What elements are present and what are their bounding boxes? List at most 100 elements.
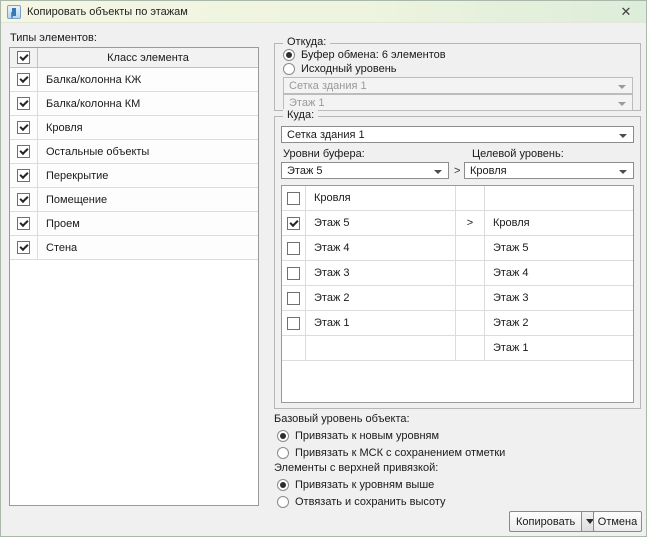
radio-icon[interactable]	[283, 49, 295, 61]
chevron-down-icon	[619, 134, 627, 138]
radio-icon[interactable]	[277, 447, 289, 459]
buffer-level-cell: Этаж 1	[306, 311, 456, 335]
row-label: Остальные объекты	[38, 140, 258, 163]
arrow-cell	[456, 336, 485, 360]
row-label: Балка/колонна КЖ	[38, 68, 258, 91]
row-checkbox[interactable]	[287, 192, 300, 205]
row-checkbox[interactable]	[287, 217, 300, 230]
radio-bind-msk[interactable]: Привязать к МСК с сохранением отметки	[277, 446, 505, 460]
table-row[interactable]: Балка/колонна КМ	[10, 92, 258, 116]
chevron-down-icon	[619, 170, 627, 174]
table-row[interactable]: Остальные объекты	[10, 140, 258, 164]
to-grid-combo[interactable]: Сетка здания 1	[281, 126, 634, 143]
radio-label: Исходный уровень	[301, 63, 397, 75]
radio-icon[interactable]	[283, 63, 295, 75]
row-checkbox[interactable]	[287, 242, 300, 255]
chevron-down-icon	[618, 102, 626, 106]
combo-value: Этаж 5	[287, 165, 322, 177]
radio-source-level[interactable]: Исходный уровень	[283, 62, 397, 76]
row-checkbox[interactable]	[17, 193, 30, 206]
radio-unbind-keep-height[interactable]: Отвязать и сохранить высоту	[277, 495, 446, 509]
base-level-label: Базовый уровень объекта:	[274, 413, 410, 425]
row-checkbox[interactable]	[17, 169, 30, 182]
close-icon[interactable]: ✕	[612, 2, 640, 22]
row-label: Перекрытие	[38, 164, 258, 187]
row-checkbox[interactable]	[17, 73, 30, 86]
buffer-level-cell	[306, 336, 456, 360]
table-row[interactable]: Перекрытие	[10, 164, 258, 188]
radio-bind-new-levels[interactable]: Привязать к новым уровням	[277, 429, 439, 443]
app-icon	[7, 5, 21, 19]
copy-objects-dialog: Копировать объекты по этажам ✕ Типы элем…	[0, 0, 647, 537]
element-types-table: Класс элемента Балка/колонна КЖ Балка/ко…	[9, 47, 259, 506]
row-label: Кровля	[38, 116, 258, 139]
row-checkbox[interactable]	[17, 121, 30, 134]
radio-label: Привязать к МСК с сохранением отметки	[295, 447, 505, 459]
from-grid-combo: Сетка здания 1	[283, 77, 633, 94]
to-group: Куда: Сетка здания 1 Уровни буфера: Целе…	[274, 116, 641, 409]
target-level-cell: Этаж 3	[485, 286, 633, 310]
radio-bind-levels-above[interactable]: Привязать к уровням выше	[277, 478, 434, 492]
mapping-row[interactable]: Этаж 4 Этаж 5	[282, 236, 633, 261]
copy-button[interactable]: Копировать	[509, 511, 581, 532]
target-level-cell	[485, 186, 633, 210]
arrow-cell	[456, 236, 485, 260]
row-checkbox[interactable]	[17, 217, 30, 230]
target-level-combo[interactable]: Кровля	[464, 162, 634, 179]
combo-value: Сетка здания 1	[287, 129, 365, 141]
table-row[interactable]: Кровля	[10, 116, 258, 140]
from-level-combo: Этаж 1	[283, 94, 633, 111]
table-row[interactable]: Помещение	[10, 188, 258, 212]
mapping-row[interactable]: Этаж 1 Этаж 2	[282, 311, 633, 336]
row-checkbox[interactable]	[17, 241, 30, 254]
radio-icon[interactable]	[277, 479, 289, 491]
mapping-row[interactable]: Этаж 1	[282, 336, 633, 361]
target-level-label: Целевой уровень:	[472, 148, 564, 160]
mapping-row[interactable]: Этаж 5 > Кровля	[282, 211, 633, 236]
to-group-label: Куда:	[283, 109, 318, 121]
target-level-cell: Этаж 2	[485, 311, 633, 335]
top-binding-label: Элементы с верхней привязкой:	[274, 462, 438, 474]
row-label: Стена	[38, 236, 258, 259]
radio-icon[interactable]	[277, 430, 289, 442]
chevron-down-icon	[618, 85, 626, 89]
row-label: Помещение	[38, 188, 258, 211]
mapping-row[interactable]: Этаж 3 Этаж 4	[282, 261, 633, 286]
buffer-level-cell: Этаж 2	[306, 286, 456, 310]
buffer-level-cell: Кровля	[306, 186, 456, 210]
radio-label: Привязать к новым уровням	[295, 430, 439, 442]
row-checkbox[interactable]	[287, 292, 300, 305]
buffer-level-cell: Этаж 4	[306, 236, 456, 260]
row-checkbox[interactable]	[17, 97, 30, 110]
cancel-button[interactable]: Отмена	[593, 511, 642, 532]
mapping-row[interactable]: Этаж 2 Этаж 3	[282, 286, 633, 311]
row-checkbox[interactable]	[17, 145, 30, 158]
title-bar: Копировать объекты по этажам ✕	[1, 1, 646, 23]
from-group-label: Откуда:	[283, 36, 330, 48]
buffer-level-combo[interactable]: Этаж 5	[281, 162, 449, 179]
arrow-cell	[456, 186, 485, 210]
row-label: Балка/колонна КМ	[38, 92, 258, 115]
mapping-row[interactable]: Кровля	[282, 186, 633, 211]
row-label: Проем	[38, 212, 258, 235]
target-level-cell: Этаж 4	[485, 261, 633, 285]
level-mapping-table: Кровля Этаж 5 > Кровля Этаж 4 Этаж 5 Эта…	[281, 185, 634, 403]
row-checkbox[interactable]	[287, 317, 300, 330]
radio-clipboard[interactable]: Буфер обмена: 6 элементов	[283, 48, 446, 62]
table-row[interactable]: Балка/колонна КЖ	[10, 68, 258, 92]
table-row[interactable]: Стена	[10, 236, 258, 260]
radio-label: Привязать к уровням выше	[295, 479, 434, 491]
arrow-cell	[456, 311, 485, 335]
radio-icon[interactable]	[277, 496, 289, 508]
element-class-column-header: Класс элемента	[38, 48, 258, 67]
buffer-level-cell: Этаж 3	[306, 261, 456, 285]
table-row[interactable]: Проем	[10, 212, 258, 236]
map-arrow: >	[454, 165, 460, 177]
copy-split-button: Копировать	[509, 511, 599, 532]
row-checkbox[interactable]	[287, 267, 300, 280]
select-all-checkbox[interactable]	[17, 51, 30, 64]
buffer-level-cell: Этаж 5	[306, 211, 456, 235]
radio-label: Буфер обмена: 6 элементов	[301, 49, 446, 61]
arrow-cell	[456, 261, 485, 285]
window-title: Копировать объекты по этажам	[27, 6, 188, 18]
